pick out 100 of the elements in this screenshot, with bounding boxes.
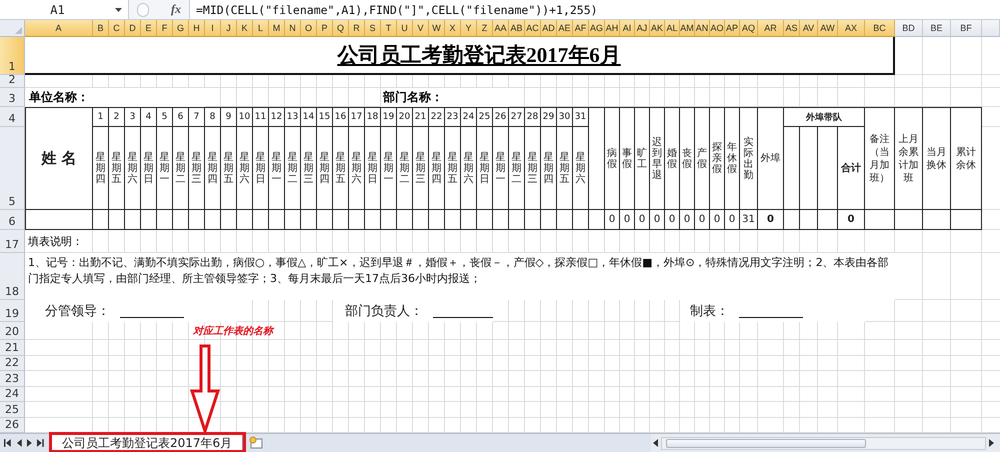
- scroll-track[interactable]: [661, 436, 986, 450]
- column-header[interactable]: C: [109, 20, 125, 37]
- column-header[interactable]: V: [413, 20, 429, 37]
- column-header[interactable]: BE: [923, 20, 951, 37]
- formula-field[interactable]: =MID(CELL("filename",A1),FIND("]",CELL("filename"))+1,255): [189, 0, 1000, 19]
- column-header[interactable]: X: [445, 20, 461, 37]
- row-header[interactable]: 24: [0, 386, 25, 402]
- column-header[interactable]: AK: [650, 20, 665, 37]
- row-header[interactable]: 21: [0, 340, 25, 356]
- column-header[interactable]: AJ: [635, 20, 650, 37]
- table-cell: [173, 210, 189, 230]
- column-header[interactable]: G: [173, 20, 189, 37]
- column-header[interactable]: BD: [895, 20, 923, 37]
- column-header[interactable]: AP: [725, 20, 740, 37]
- column-header[interactable]: AQ: [740, 20, 758, 37]
- weekday-cell: 星期五: [221, 127, 237, 210]
- column-header[interactable]: B: [93, 20, 109, 37]
- column-header[interactable]: BC: [865, 20, 895, 37]
- column-header[interactable]: AB: [509, 20, 525, 37]
- table-cell: [125, 210, 141, 230]
- scroll-thumb[interactable]: [666, 438, 866, 448]
- column-header[interactable]: AN: [695, 20, 710, 37]
- row-header[interactable]: 4: [0, 107, 25, 127]
- table-cell: [205, 210, 221, 230]
- column-header[interactable]: AI: [620, 20, 635, 37]
- column-header[interactable]: AA: [493, 20, 509, 37]
- row-header[interactable]: 22: [0, 356, 25, 371]
- row-header[interactable]: 25: [0, 402, 25, 418]
- column-header[interactable]: AM: [680, 20, 695, 37]
- left-arrow-icon[interactable]: [651, 439, 659, 447]
- row-header[interactable]: 18: [0, 253, 25, 300]
- column-header[interactable]: BF: [951, 20, 982, 37]
- row-header[interactable]: 26: [0, 418, 25, 433]
- column-header[interactable]: O: [301, 20, 317, 37]
- column-header[interactable]: N: [285, 20, 301, 37]
- row-header[interactable]: 19: [0, 300, 25, 322]
- column-header[interactable]: AS: [784, 20, 800, 37]
- column-header[interactable]: W: [429, 20, 445, 37]
- header-cell: 上月余累计加班: [895, 107, 923, 210]
- table-cell: [413, 210, 429, 230]
- row-header[interactable]: 20: [0, 322, 25, 340]
- column-header[interactable]: AF: [573, 20, 589, 37]
- weekday-cell: 星期六: [349, 127, 365, 210]
- column-header[interactable]: D: [125, 20, 141, 37]
- weekday-cell: 星期三: [525, 127, 541, 210]
- header-cell: 姓 名: [25, 107, 93, 210]
- column-header[interactable]: R: [349, 20, 365, 37]
- column-header[interactable]: AL: [665, 20, 680, 37]
- column-header[interactable]: AW: [818, 20, 838, 37]
- column-header[interactable]: U: [397, 20, 413, 37]
- day-number: 26: [493, 107, 509, 127]
- row-header[interactable]: 17: [0, 230, 25, 253]
- caret-icon[interactable]: [115, 8, 122, 12]
- row-header[interactable]: 5: [0, 127, 25, 210]
- column-header[interactable]: L: [253, 20, 269, 37]
- column-header[interactable]: AR: [758, 20, 784, 37]
- table-cell: [461, 210, 477, 230]
- column-header[interactable]: E: [141, 20, 157, 37]
- column-header[interactable]: Q: [333, 20, 349, 37]
- row-header[interactable]: 23: [0, 371, 25, 386]
- column-header[interactable]: AO: [710, 20, 725, 37]
- column-header[interactable]: P: [317, 20, 333, 37]
- row-header[interactable]: 3: [0, 88, 25, 107]
- row-header[interactable]: 1: [0, 37, 25, 75]
- header-cell: 备注（当月加班）: [865, 107, 895, 210]
- column-header[interactable]: K: [237, 20, 253, 37]
- column-header[interactable]: Y: [461, 20, 477, 37]
- row-header[interactable]: 6: [0, 210, 25, 230]
- table-cell: [445, 210, 461, 230]
- column-header[interactable]: AV: [800, 20, 818, 37]
- splitter-handle[interactable]: [137, 3, 149, 17]
- column-header[interactable]: AD: [541, 20, 557, 37]
- column-header[interactable]: F: [157, 20, 173, 37]
- column-header[interactable]: AE: [557, 20, 573, 37]
- column-header[interactable]: AX: [838, 20, 865, 37]
- column-header[interactable]: H: [189, 20, 205, 37]
- right-arrow-icon[interactable]: [26, 439, 34, 447]
- column-header[interactable]: T: [381, 20, 397, 37]
- row-header[interactable]: 2: [0, 75, 25, 88]
- signature-label: 分管领导：: [45, 303, 110, 320]
- column-header[interactable]: AG: [589, 20, 605, 37]
- column-header[interactable]: S: [365, 20, 381, 37]
- column-header[interactable]: AC: [525, 20, 541, 37]
- column-header[interactable]: I: [205, 20, 221, 37]
- column-header[interactable]: M: [269, 20, 285, 37]
- column-header[interactable]: J: [221, 20, 237, 37]
- insert-sheet-icon[interactable]: [249, 436, 266, 450]
- first-arrow-icon[interactable]: [4, 439, 12, 447]
- header-cell: 合计: [838, 127, 865, 210]
- name-box[interactable]: A1: [0, 0, 129, 19]
- right-arrow-icon[interactable]: [988, 439, 996, 447]
- table-cell: [333, 210, 349, 230]
- left-arrow-icon[interactable]: [14, 439, 22, 447]
- day-number: 5: [157, 107, 173, 127]
- function-button[interactable]: fx: [163, 0, 189, 19]
- last-arrow-icon[interactable]: [36, 439, 44, 447]
- column-header[interactable]: AH: [605, 20, 620, 37]
- column-header[interactable]: Z: [477, 20, 493, 37]
- column-header[interactable]: A: [25, 20, 93, 37]
- table-cell: 0: [650, 210, 665, 230]
